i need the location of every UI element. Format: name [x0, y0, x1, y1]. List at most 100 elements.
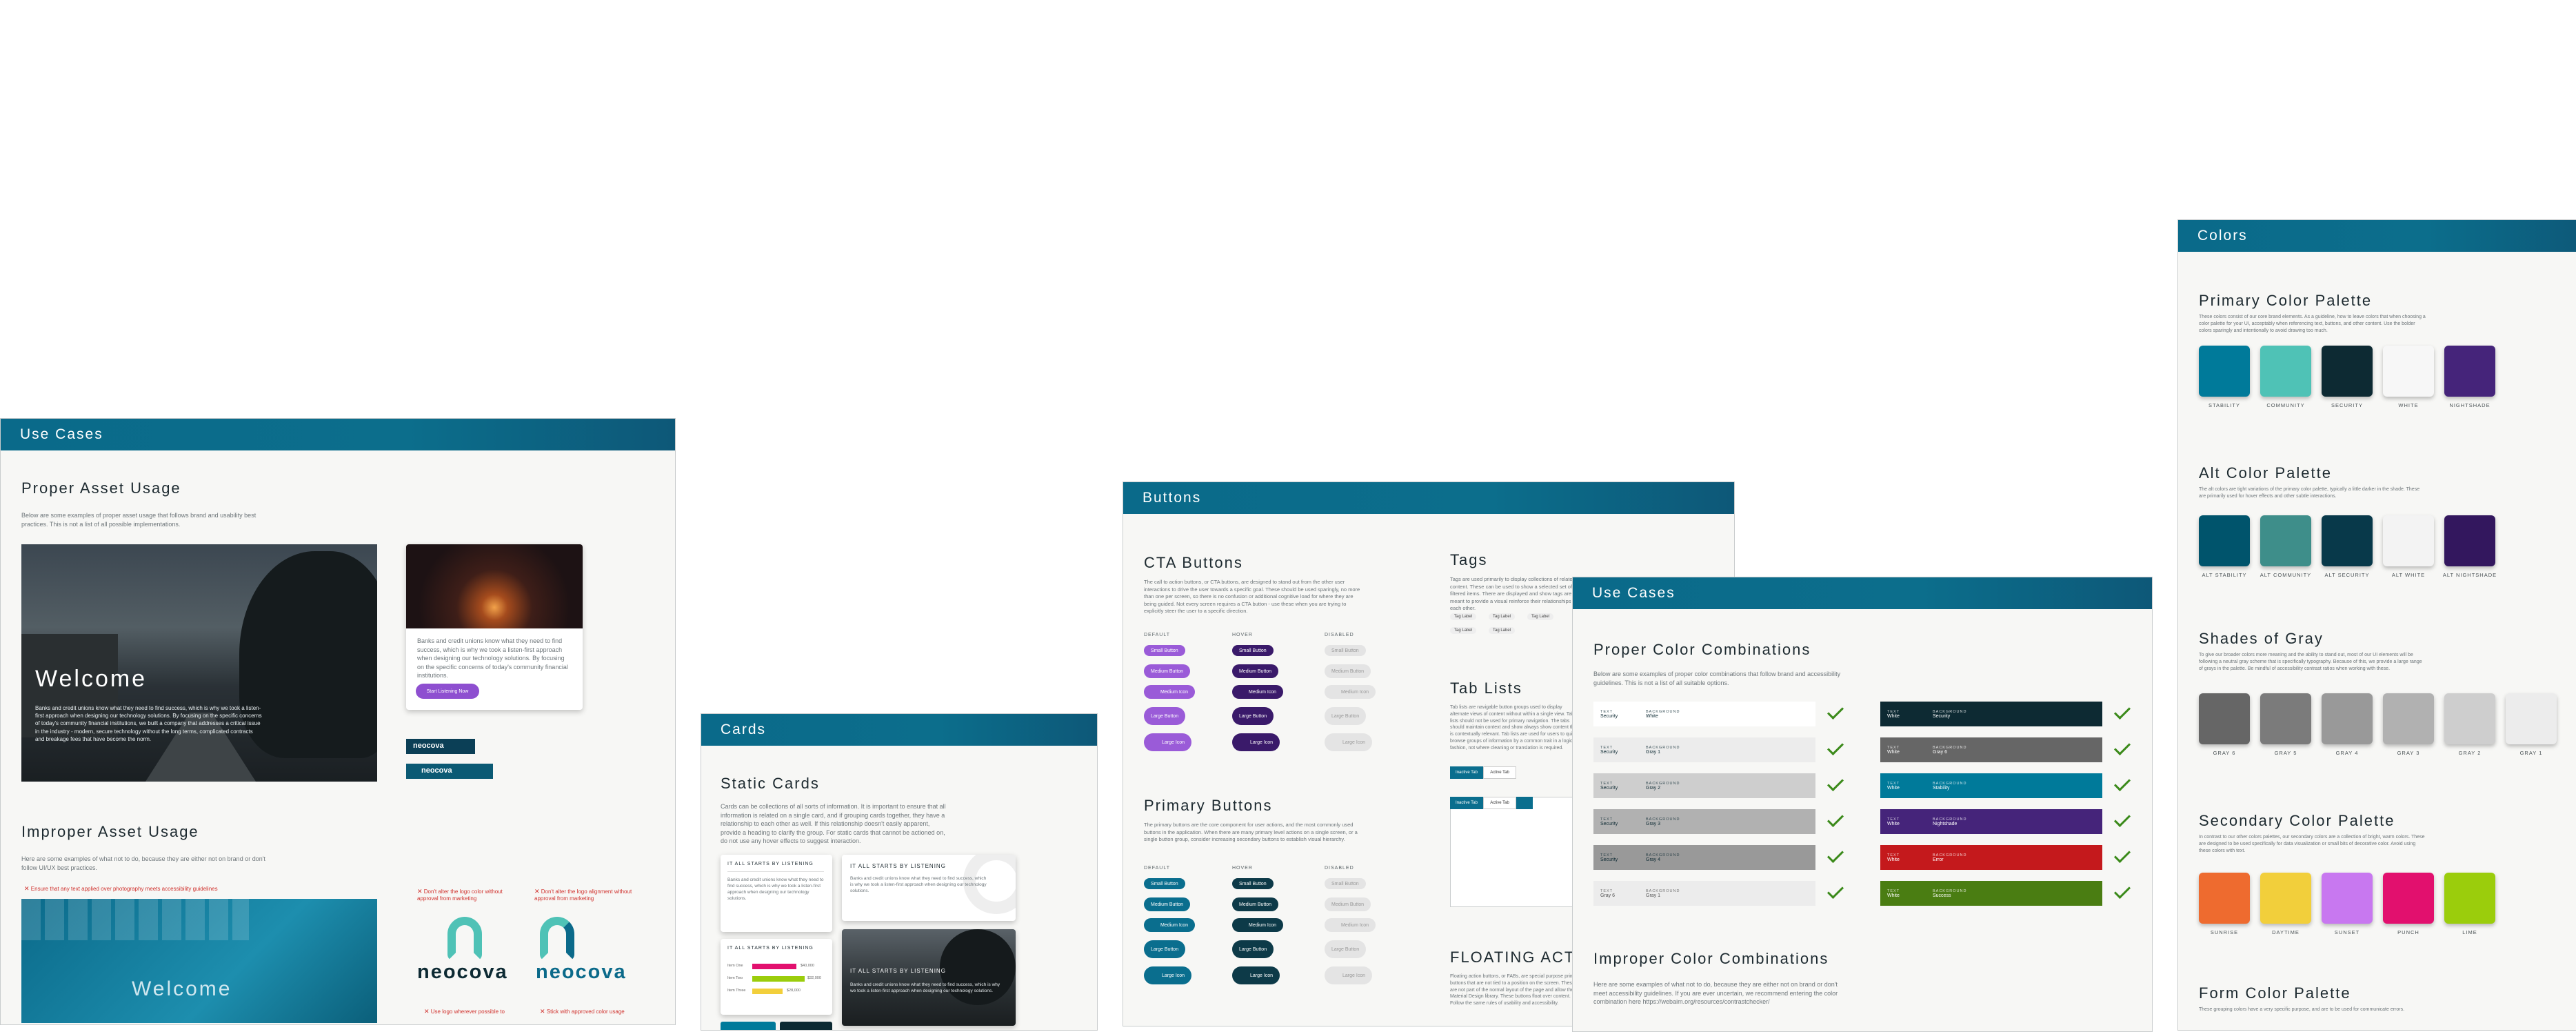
section-title-improper-asset: Improper Asset Usage: [21, 823, 199, 840]
primary-medium-button-hover[interactable]: Medium Button: [1232, 897, 1279, 911]
combo-key: BACKGROUND: [1646, 889, 1680, 893]
swatch-label: ALT WHITE: [2391, 572, 2426, 578]
combo-bg-cell: BACKGROUND White: [1646, 710, 1680, 719]
bad-hero-photo: Welcome: [21, 899, 377, 1023]
combo-value: Success: [1933, 893, 1951, 898]
tag-chip[interactable]: Tag Label: [1489, 627, 1516, 634]
color-combo-row: TEXT Security BACKGROUND Gray 4: [1593, 845, 1815, 870]
primary-large-icon-button-hover[interactable]: Large Icon: [1232, 966, 1280, 984]
color-combo-row: TEXT White BACKGROUND Stability: [1880, 773, 2102, 798]
color-swatch: [2383, 873, 2434, 924]
rule-text: Don't alter the logo alignment without a…: [534, 889, 632, 902]
tag-chip[interactable]: Tag Label: [1527, 613, 1554, 620]
bar-value: $40,000: [801, 964, 814, 968]
logo-mark-teal: [447, 917, 482, 961]
checkmark-icon: [1827, 774, 1844, 792]
cta-large-icon-button[interactable]: Large Icon: [1144, 733, 1192, 751]
tab-active[interactable]: Active Tab: [1483, 766, 1516, 779]
colors-board: Colors Primary Color Palette These color…: [2177, 219, 2576, 1031]
board-header: Use Cases: [1, 419, 675, 450]
window-grid: [21, 899, 249, 940]
combo-value: Gray 1: [1646, 749, 1661, 755]
card-heading: IT ALL STARTS BY LISTENING: [727, 862, 814, 866]
rule-text: Stick with approved color usage: [546, 1009, 625, 1015]
primary-large-button[interactable]: Large Button: [1144, 940, 1186, 958]
color-swatch: [2383, 693, 2434, 744]
campfire-photo: [406, 544, 583, 628]
primary-medium-icon-button[interactable]: Medium Icon: [1144, 918, 1196, 932]
card-text: Banks and credit unions know what they n…: [727, 877, 824, 902]
cta-small-button-disabled: Small Button: [1325, 645, 1366, 656]
combo-value: White: [1887, 857, 1900, 862]
color-combo-row: TEXT Security BACKGROUND Gray 2: [1593, 773, 1815, 798]
tag-chip[interactable]: Tag Label: [1450, 613, 1477, 620]
combo-key: TEXT: [1600, 817, 1613, 822]
cta-medium-button[interactable]: Medium Button: [1144, 664, 1191, 678]
primary-small-button-hover[interactable]: Small Button: [1232, 878, 1274, 889]
cta-large-button-hover[interactable]: Large Button: [1232, 707, 1274, 725]
combo-key: BACKGROUND: [1646, 709, 1680, 714]
tag-chip[interactable]: Tag Label: [1450, 627, 1477, 634]
section-title-form-palette: Form Color Palette: [2199, 984, 2351, 1002]
swatch-label: NIGHTSHADE: [2449, 402, 2491, 408]
tab-inactive[interactable]: [1516, 797, 1533, 809]
card-divider: [727, 871, 824, 872]
swatch-label: DAYTIME: [2272, 929, 2300, 935]
cta-medium-icon-button[interactable]: Medium Icon: [1144, 685, 1196, 699]
primary-medium-button[interactable]: Medium Button: [1144, 897, 1191, 911]
swatch-label: GRAY 1: [2519, 750, 2543, 756]
primary-medium-icon-button-hover[interactable]: Medium Icon: [1232, 918, 1284, 932]
board-header: Buttons: [1123, 482, 1734, 514]
cta-large-button[interactable]: Large Button: [1144, 707, 1186, 725]
bar-value: $32,000: [807, 976, 821, 980]
cta-small-button-hover[interactable]: Small Button: [1232, 645, 1274, 656]
mini-card-security: [780, 1022, 832, 1030]
combo-value: White: [1646, 713, 1658, 719]
cta-medium-icon-button-hover[interactable]: Medium Icon: [1232, 685, 1284, 699]
color-combinations-board: Use Cases Proper Color Combinations Belo…: [1572, 577, 2153, 1032]
rule-text: Use logo wherever possible to: [430, 1009, 505, 1015]
combo-value: Gray 1: [1646, 893, 1661, 898]
combo-bg-cell: BACKGROUND Success: [1933, 889, 1966, 898]
mini-card-stability: [721, 1022, 776, 1030]
section-title-improper-colors: Improper Color Combinations: [1593, 950, 1829, 967]
bar-daytime: [752, 989, 783, 994]
section-desc: These colors consist of our core brand e…: [2199, 315, 2426, 333]
combo-key: BACKGROUND: [1933, 817, 1967, 822]
primary-large-icon-button[interactable]: Large Icon: [1144, 966, 1192, 984]
start-listening-button[interactable]: Start Listening Now: [416, 684, 479, 699]
combo-bg-cell: BACKGROUND Nightshade: [1933, 817, 1966, 826]
section-title-gray-shades: Shades of Gray: [2199, 630, 2324, 647]
primary-large-button-hover[interactable]: Large Button: [1232, 940, 1274, 958]
swatch-label: PUNCH: [2397, 929, 2419, 935]
bar-label: Item One: [727, 964, 743, 968]
x-icon: ✕: [24, 885, 30, 892]
rule-logo-alignment: ✕ Don't alter the logo alignment without…: [534, 888, 638, 902]
combo-bg-cell: BACKGROUND Gray 6: [1933, 746, 1966, 755]
combo-value: White: [1887, 785, 1900, 791]
cards-board: Cards Static Cards Cards can be collecti…: [701, 713, 1098, 1031]
bar-value: $28,000: [787, 989, 801, 993]
logo-mark-mixed: [540, 917, 574, 961]
swatch-label: SECURITY: [2331, 402, 2363, 408]
combo-text-cell: TEXT Gray 6: [1600, 889, 1646, 898]
swatch-label: WHITE: [2398, 402, 2419, 408]
cta-medium-button-hover[interactable]: Medium Button: [1232, 664, 1279, 678]
rule-logo-color: ✕ Don't alter the logo color without app…: [417, 888, 521, 902]
combo-text-cell: TEXT Security: [1600, 853, 1646, 862]
combo-value: White: [1887, 893, 1900, 898]
tab-inactive[interactable]: Inactive Tab: [1450, 797, 1483, 809]
primary-medium-button-disabled: Medium Button: [1325, 897, 1371, 911]
event-card: Banks and credit unions know what they n…: [406, 544, 583, 710]
cta-medium-button-disabled: Medium Button: [1325, 664, 1371, 678]
tab-inactive[interactable]: Inactive Tab: [1450, 766, 1483, 779]
tab-active[interactable]: Active Tab: [1483, 797, 1516, 809]
tag-chip[interactable]: Tag Label: [1489, 613, 1516, 620]
primary-small-button[interactable]: Small Button: [1144, 878, 1185, 889]
combo-bg-cell: BACKGROUND Gray 3: [1646, 817, 1680, 826]
cta-large-icon-button-hover[interactable]: Large Icon: [1232, 733, 1280, 751]
board-header: Cards: [701, 714, 1097, 746]
combo-value: Security: [1600, 857, 1618, 862]
cta-small-button[interactable]: Small Button: [1144, 645, 1185, 656]
board-header: Use Cases: [1573, 577, 2152, 609]
